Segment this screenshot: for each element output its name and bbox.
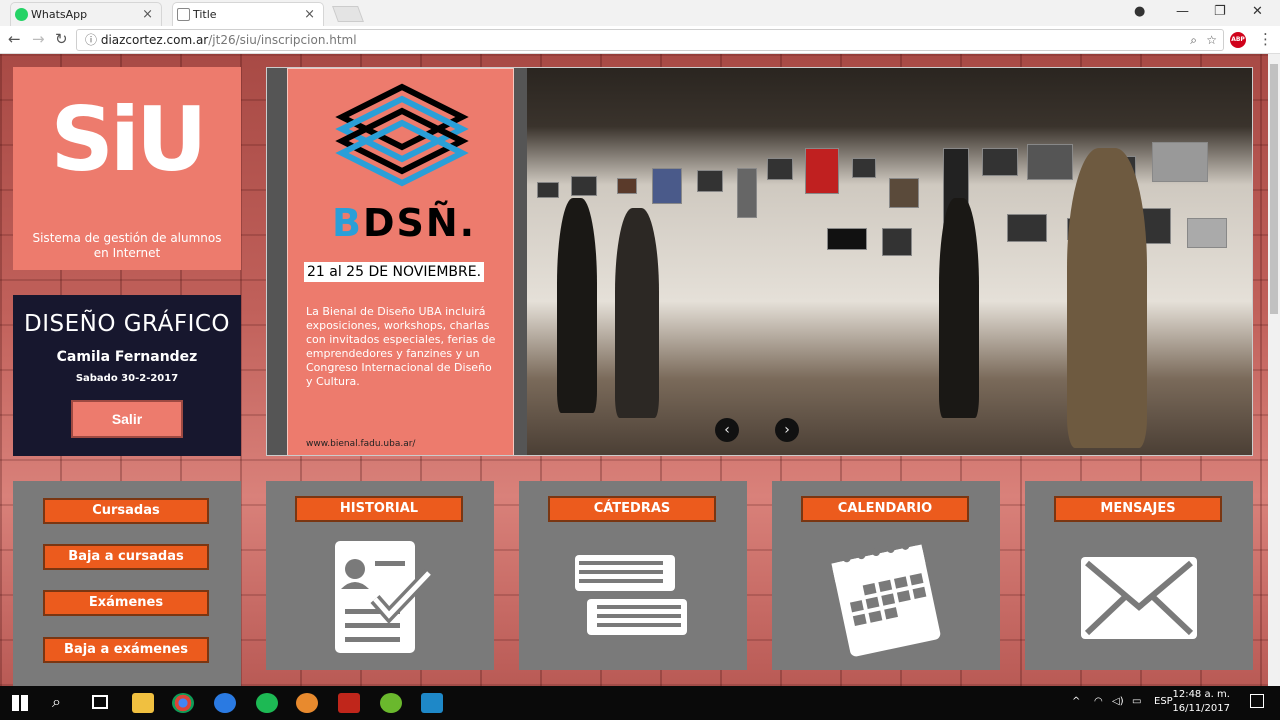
tray-expand-icon[interactable]: ^ — [1072, 696, 1080, 707]
career-title: DISEÑO GRÁFICO — [23, 311, 231, 337]
bienal-title: BDSÑ. — [332, 201, 476, 245]
page-scrollbar[interactable] — [1268, 54, 1280, 686]
bookmark-star-icon[interactable]: ☆ — [1206, 30, 1217, 50]
card-calendario[interactable]: CALENDARIO — [772, 481, 1000, 670]
info-icon: ⓘ — [85, 33, 101, 47]
card-historial[interactable]: HISTORIAL — [266, 481, 494, 670]
siu-logo: SiU — [50, 88, 208, 191]
chrome-icon[interactable] — [172, 693, 194, 713]
back-icon[interactable]: ← — [8, 30, 21, 48]
gallery-photo: ‹ › — [527, 68, 1252, 455]
tab-close-icon[interactable]: × — [142, 7, 153, 22]
menu-examenes-button[interactable]: Exámenes — [43, 590, 209, 616]
search-icon[interactable]: ⌕ — [52, 692, 61, 712]
visitor-figure — [615, 208, 659, 418]
adblock-extension-icon[interactable]: ABP — [1230, 32, 1246, 48]
logo-tagline: Sistema de gestión de alumnos en Interne… — [32, 231, 222, 260]
document-check-icon — [335, 541, 434, 653]
envelope-icon — [1081, 557, 1197, 639]
visitor-figure — [1067, 148, 1147, 448]
page-content: SiU Sistema de gestión de alumnos en Int… — [0, 54, 1280, 686]
battery-icon[interactable]: ▭ — [1132, 696, 1141, 707]
tab-title[interactable]: Title × — [172, 2, 324, 26]
bienal-title-rest: DSÑ. — [362, 201, 477, 245]
card-catedras[interactable]: CÁTEDRAS — [519, 481, 747, 670]
bienal-description: La Bienal de Diseño UBA incluirá exposic… — [306, 305, 496, 388]
tab-label: Title — [193, 8, 217, 21]
bienal-url: www.bienal.fadu.uba.ar/ — [306, 439, 416, 449]
windows-taskbar: ⌕ ^ ◠ ◁) ▭ ESP 12:48 a. m. 16/11/2017 — [0, 686, 1280, 720]
volume-icon[interactable]: ◁) — [1112, 696, 1124, 707]
bienal-logo-icon — [335, 83, 469, 187]
zoom-icon[interactable]: ⌕ — [1190, 30, 1197, 50]
visitor-figure — [557, 198, 597, 413]
file-explorer-icon[interactable] — [132, 693, 154, 713]
user-panel: DISEÑO GRÁFICO Camila Fernandez Sabado 3… — [13, 295, 241, 456]
profile-icon[interactable]: ● — [1134, 4, 1145, 19]
gimp-icon[interactable] — [296, 693, 318, 713]
card-mensajes-title[interactable]: MENSAJES — [1054, 496, 1222, 522]
reload-icon[interactable]: ↻ — [55, 30, 68, 48]
bienal-poster: BDSÑ. 21 al 25 DE NOVIEMBRE. La Bienal d… — [287, 68, 514, 455]
whatsapp-icon — [15, 8, 28, 21]
maximize-icon[interactable]: ❐ — [1214, 4, 1226, 19]
filezilla-icon[interactable] — [338, 693, 360, 713]
siu-logo-panel: SiU Sistema de gestión de alumnos en Int… — [13, 67, 241, 270]
tab-whatsapp[interactable]: WhatsApp × — [10, 2, 162, 26]
new-tab-button[interactable] — [332, 6, 364, 22]
image-carousel: BDSÑ. 21 al 25 DE NOVIEMBRE. La Bienal d… — [266, 67, 1253, 456]
bienal-title-b: B — [332, 201, 363, 245]
card-mensajes[interactable]: MENSAJES — [1025, 481, 1253, 670]
user-name: Camila Fernandez — [56, 349, 198, 365]
carousel-prev-arrow[interactable]: ‹ — [715, 418, 739, 442]
calendar-icon — [831, 541, 941, 657]
card-historial-title[interactable]: HISTORIAL — [295, 496, 463, 522]
teamviewer-icon[interactable] — [214, 693, 236, 713]
page-icon — [177, 8, 190, 21]
url-path: /jt26/siu/inscripcion.html — [208, 33, 357, 47]
clock-date: 16/11/2017 — [1172, 703, 1230, 714]
minimize-icon[interactable]: — — [1176, 4, 1189, 19]
url-domain: diazcortez.com.ar — [100, 33, 209, 47]
wifi-icon[interactable]: ◠ — [1094, 696, 1103, 707]
visitor-figure — [939, 198, 979, 418]
windows-start-icon[interactable] — [12, 695, 28, 711]
user-date: Sabado 30-2-2017 — [75, 373, 179, 384]
card-catedras-title[interactable]: CÁTEDRAS — [548, 496, 716, 522]
menu-baja-examenes-button[interactable]: Baja a exámenes — [43, 637, 209, 663]
tab-label: WhatsApp — [31, 8, 88, 21]
address-bar[interactable]: ⓘ diazcortez.com.ar/jt26/siu/inscripcion… — [76, 29, 1224, 51]
task-view-icon[interactable] — [92, 695, 108, 709]
side-menu: Cursadas Baja a cursadas Exámenes Baja a… — [13, 481, 241, 686]
books-icon — [575, 555, 687, 635]
browser-tab-strip: WhatsApp × Title × ● — ❐ ✕ — [0, 0, 1280, 26]
tab-close-icon[interactable]: × — [304, 7, 315, 22]
browser-toolbar: ← → ↻ ⓘ diazcortez.com.ar/jt26/siu/inscr… — [0, 26, 1280, 54]
utorrent-icon[interactable] — [380, 693, 402, 713]
menu-cursadas-button[interactable]: Cursadas — [43, 498, 209, 524]
bienal-date: 21 al 25 DE NOVIEMBRE. — [304, 262, 485, 282]
carousel-next-arrow[interactable]: › — [775, 418, 799, 442]
app-icon[interactable] — [421, 693, 443, 713]
scrollbar-thumb[interactable] — [1270, 64, 1278, 314]
system-clock[interactable]: 12:48 a. m. 16/11/2017 — [1172, 688, 1230, 716]
forward-icon[interactable]: → — [32, 30, 45, 48]
close-window-icon[interactable]: ✕ — [1252, 4, 1263, 19]
clock-time: 12:48 a. m. — [1172, 689, 1230, 700]
logout-button[interactable]: Salir — [71, 400, 183, 438]
language-indicator[interactable]: ESP — [1154, 696, 1173, 707]
notifications-icon[interactable] — [1250, 694, 1264, 708]
spotify-icon[interactable] — [256, 693, 278, 713]
menu-baja-cursadas-button[interactable]: Baja a cursadas — [43, 544, 209, 570]
menu-icon[interactable]: ⋮ — [1258, 30, 1273, 48]
card-calendario-title[interactable]: CALENDARIO — [801, 496, 969, 522]
